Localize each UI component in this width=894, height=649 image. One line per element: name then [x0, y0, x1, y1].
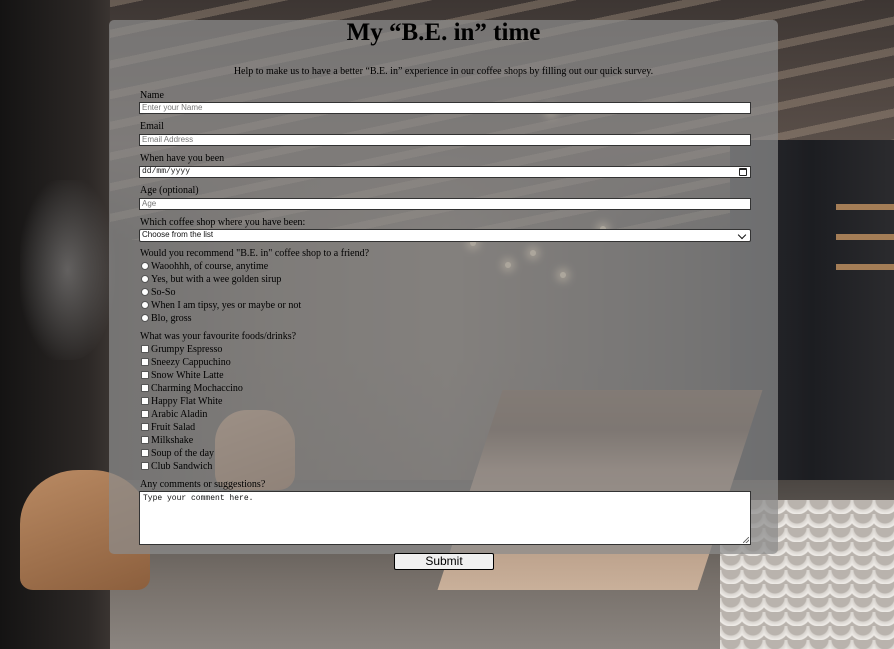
checkbox[interactable]: [141, 448, 149, 457]
radio-option-label: When I am tipsy, yes or maybe or not: [151, 300, 302, 311]
radio-button[interactable]: [141, 313, 149, 322]
survey-panel: [109, 20, 778, 554]
radio-option[interactable]: So-So: [141, 287, 175, 299]
submit-button[interactable]: Submit: [394, 553, 494, 570]
checkbox[interactable]: [141, 461, 149, 470]
calendar-icon[interactable]: [739, 168, 747, 176]
radio-option[interactable]: Waoohhh, of course, anytime: [141, 261, 268, 273]
checkbox-option[interactable]: Happy Flat White: [141, 396, 222, 408]
shop-selected-value: Choose from the list: [142, 230, 214, 239]
checkbox-option-label: Sneezy Cappuchino: [151, 357, 231, 368]
checkbox-option[interactable]: Soup of the day: [141, 448, 214, 460]
checkbox[interactable]: [141, 396, 149, 405]
radio-option-label: Blo, gross: [151, 313, 192, 324]
radio-button[interactable]: [141, 261, 149, 270]
checkbox-option[interactable]: Grumpy Espresso: [141, 344, 222, 356]
checkbox-option[interactable]: Sneezy Cappuchino: [141, 357, 231, 369]
checkbox[interactable]: [141, 435, 149, 444]
checkbox[interactable]: [141, 422, 149, 431]
checkbox-option[interactable]: Arabic Aladin: [141, 409, 207, 421]
checkbox-option-label: Grumpy Espresso: [151, 344, 223, 355]
age-label: Age (optional): [140, 185, 199, 196]
checkbox[interactable]: [141, 357, 149, 366]
checkbox[interactable]: [141, 383, 149, 392]
checkbox-option-label: Milkshake: [151, 435, 194, 446]
page-title: My “B.E. in” time: [346, 19, 541, 46]
date-input[interactable]: dd/mm/yyyy: [139, 166, 751, 178]
email-input[interactable]: Email Address: [139, 134, 751, 146]
radio-option-label: Waoohhh, of course, anytime: [151, 261, 269, 272]
checkbox[interactable]: [141, 344, 149, 353]
checkbox-option[interactable]: Snow White Latte: [141, 370, 224, 382]
date-placeholder: dd/mm/yyyy: [142, 167, 191, 176]
radio-option[interactable]: Yes, but with a wee golden sirup: [141, 274, 281, 286]
radio-option-label: So-So: [151, 287, 176, 298]
email-label: Email: [140, 121, 164, 132]
radio-button[interactable]: [141, 300, 149, 309]
intro-text: Help to make us to have a better “B.E. i…: [233, 66, 654, 77]
radio-button[interactable]: [141, 274, 149, 283]
comments-textarea[interactable]: Type your comment here.: [139, 491, 751, 545]
checkbox-option-label: Arabic Aladin: [151, 409, 208, 420]
checkbox[interactable]: [141, 370, 149, 379]
checkbox[interactable]: [141, 409, 149, 418]
shop-label: Which coffee shop where you have been:: [140, 217, 306, 228]
name-placeholder: Enter your Name: [142, 103, 203, 112]
radio-option[interactable]: Blo, gross: [141, 313, 192, 325]
name-label: Name: [140, 90, 164, 101]
checkbox-option-label: Snow White Latte: [151, 370, 224, 381]
checkbox-option[interactable]: Fruit Salad: [141, 422, 195, 434]
checkbox-option[interactable]: Charming Mochaccino: [141, 383, 243, 395]
checkbox-option-label: Happy Flat White: [151, 396, 223, 407]
age-placeholder: Age: [142, 199, 157, 208]
checkbox-option[interactable]: Milkshake: [141, 435, 193, 447]
favourites-label: What was your favourite foods/drinks?: [140, 331, 297, 342]
comments-text: Type your comment here.: [143, 494, 254, 503]
checkbox-option-label: Soup of the day: [151, 448, 215, 459]
comments-label: Any comments or suggestions?: [140, 479, 266, 490]
checkbox-option-label: Fruit Salad: [151, 422, 196, 433]
recommend-label: Would you recommend "B.E. in" coffee sho…: [140, 248, 370, 259]
checkbox-option-label: Club Sandwich: [151, 461, 213, 472]
resize-handle-icon[interactable]: [743, 537, 749, 543]
shop-select[interactable]: Choose from the list: [139, 229, 751, 242]
checkbox-option-label: Charming Mochaccino: [151, 383, 243, 394]
date-label: When have you been: [140, 153, 225, 164]
checkbox-option[interactable]: Club Sandwich: [141, 461, 212, 473]
email-placeholder: Email Address: [142, 135, 194, 144]
radio-option-label: Yes, but with a wee golden sirup: [151, 274, 282, 285]
radio-option[interactable]: When I am tipsy, yes or maybe or not: [141, 300, 301, 312]
radio-button[interactable]: [141, 287, 149, 296]
age-input[interactable]: Age: [139, 198, 751, 210]
chevron-down-icon: [737, 230, 747, 240]
name-input[interactable]: Enter your Name: [139, 102, 751, 114]
